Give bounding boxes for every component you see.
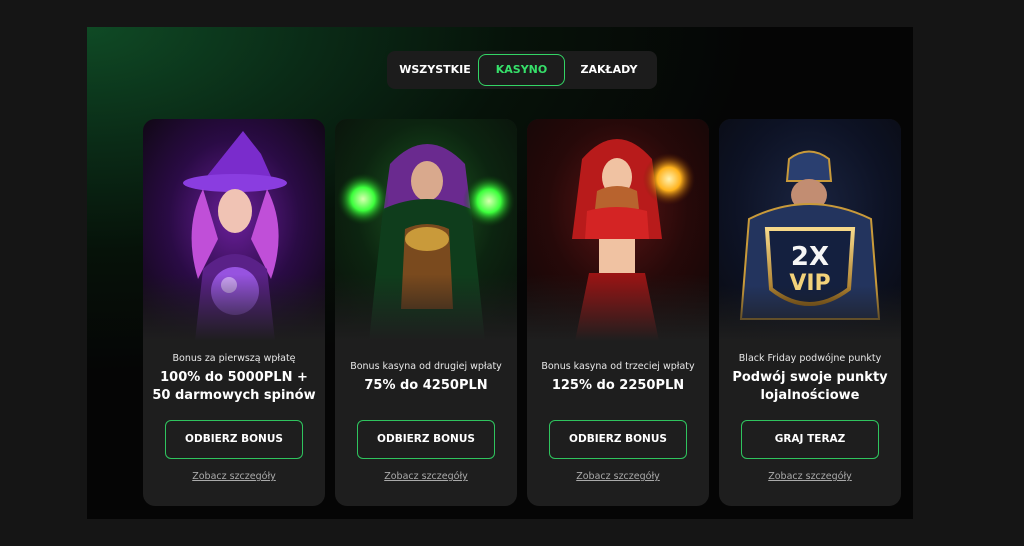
tab-zaklady[interactable]: ZAKŁADY: [566, 54, 652, 86]
tab-wszystkie[interactable]: WSZYSTKIE: [393, 54, 477, 86]
details-link[interactable]: Zobacz szczegóły: [527, 471, 709, 482]
vip-badge-bottom: VIP: [789, 271, 831, 296]
card-title: Podwój swoje punkty lojalnościowe: [732, 370, 888, 403]
card-title: 100% do 5000PLN + 50 darmowych spinów: [152, 370, 316, 403]
category-tabs: WSZYSTKIE KASYNO ZAKŁADY: [387, 51, 657, 89]
card-subtitle: Black Friday podwójne punkty: [738, 353, 882, 364]
vip-badge-top: 2X: [790, 242, 830, 272]
claim-bonus-button[interactable]: ODBIERZ BONUS: [357, 420, 495, 459]
card-title: 75% do 4250PLN: [364, 378, 488, 393]
sorceress-green-image: [335, 119, 517, 341]
claim-bonus-button[interactable]: ODBIERZ BONUS: [549, 420, 687, 459]
details-link[interactable]: Zobacz szczegóły: [335, 471, 517, 482]
card-title: 125% do 2250PLN: [551, 378, 685, 393]
claim-bonus-button[interactable]: ODBIERZ BONUS: [165, 420, 303, 459]
details-link[interactable]: Zobacz szczegóły: [143, 471, 325, 482]
promotions-panel: WSZYSTKIE KASYNO ZAKŁADY Bonus za pierws…: [87, 27, 913, 519]
promo-card-2: Bonus kasyna od drugiej wpłaty 75% do 42…: [335, 119, 517, 506]
tab-kasyno[interactable]: KASYNO: [478, 54, 565, 86]
promo-card-1: Bonus za pierwszą wpłatę 100% do 5000PLN…: [143, 119, 325, 506]
vip-knight-image: 2X VIP: [719, 119, 901, 341]
card-subtitle: Bonus za pierwszą wpłatę: [172, 353, 296, 364]
play-now-button[interactable]: GRAJ TERAZ: [741, 420, 879, 459]
card-subtitle: Bonus kasyna od drugiej wpłaty: [350, 361, 502, 372]
promo-card-4: 2X VIP Black Friday podwójne punkty Podw…: [719, 119, 901, 506]
details-link[interactable]: Zobacz szczegóły: [719, 471, 901, 482]
card-subtitle: Bonus kasyna od trzeciej wpłaty: [541, 361, 695, 372]
promo-card-3: Bonus kasyna od trzeciej wpłaty 125% do …: [527, 119, 709, 506]
witch-purple-image: [143, 119, 325, 341]
sorceress-red-image: [527, 119, 709, 341]
